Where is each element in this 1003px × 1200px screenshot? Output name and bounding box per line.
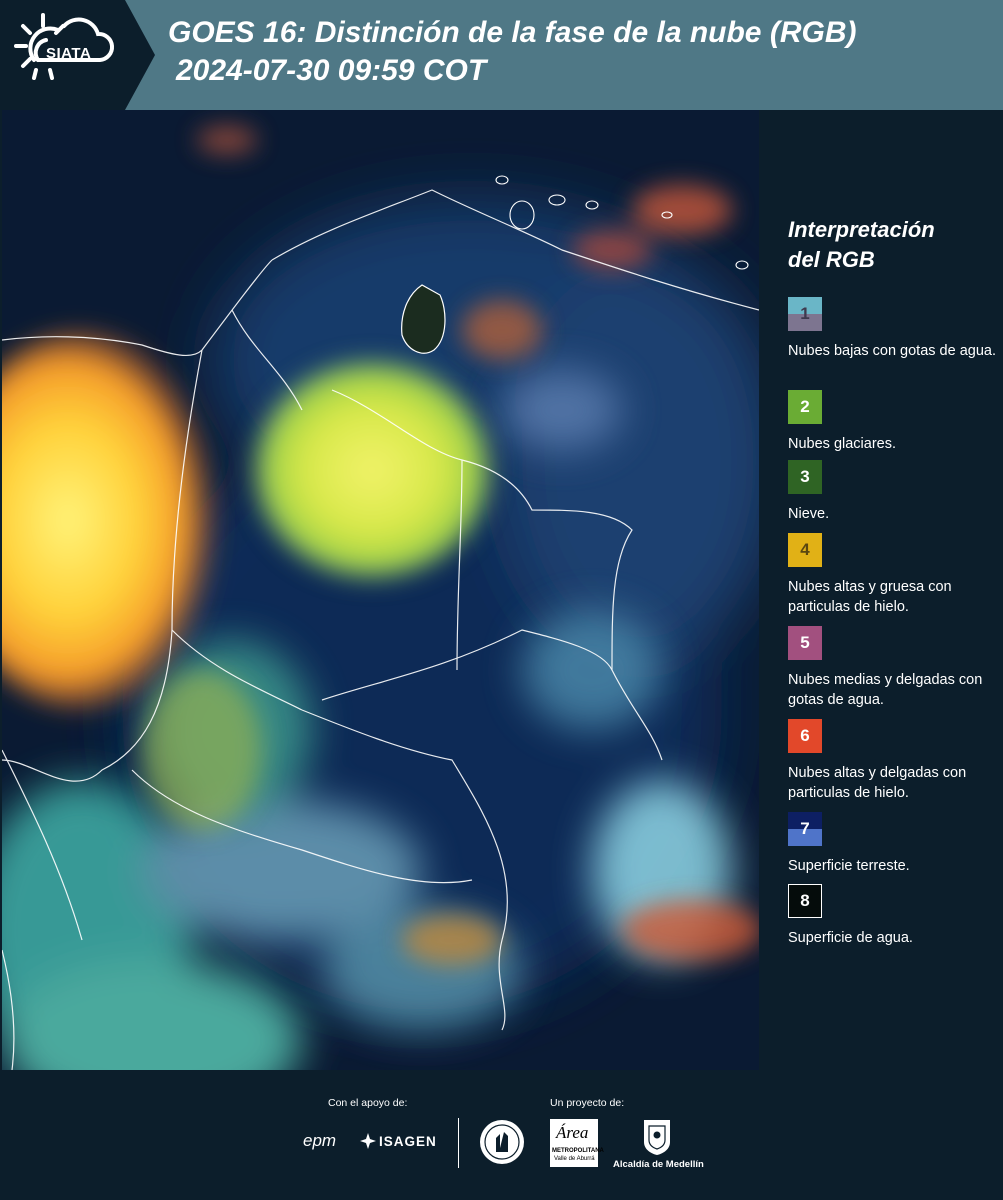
project-label: Un proyecto de: bbox=[550, 1097, 625, 1109]
legend-swatch-7: 7 bbox=[788, 812, 822, 846]
legend-item-1: 1 Nubes bajas con gotas de agua. bbox=[788, 297, 998, 390]
legend-label-5: Nubes medias y delgadas con gotas de agu… bbox=[788, 672, 983, 708]
amva-logo-title: Área bbox=[556, 1123, 589, 1142]
legend-item-8: 8 Superficie de agua. bbox=[788, 884, 998, 954]
legend-swatch-3: 3 bbox=[788, 460, 822, 494]
logo-text: SIATA bbox=[46, 45, 92, 62]
legend-swatch-1: 1 bbox=[788, 297, 822, 331]
title-datetime: 2024-07-30 09:59 COT bbox=[176, 54, 487, 87]
legend-label-4: Nubes altas y gruesa con particulas de h… bbox=[788, 579, 952, 615]
amva-logo-sub1: METROPOLITANA bbox=[552, 1148, 604, 1154]
legend-item-4: 4 Nubes altas y gruesa con particulas de… bbox=[788, 533, 998, 626]
footer-divider bbox=[458, 1118, 459, 1168]
page-title: GOES 16: Distinción de la fase de la nub… bbox=[168, 14, 988, 90]
logo-arrow bbox=[125, 0, 155, 110]
legend-item-3: 3 Nieve. bbox=[788, 460, 998, 533]
legend-swatch-8: 8 bbox=[788, 884, 822, 918]
rgb-satellite-image bbox=[2, 110, 759, 1070]
legend-title-line2: del RGB bbox=[788, 247, 875, 272]
legend-swatch-5: 5 bbox=[788, 626, 822, 660]
amva-logo: Área METROPOLITANA Valle de Aburrá bbox=[550, 1119, 604, 1167]
legend-label-2: Nubes glaciares. bbox=[788, 436, 896, 452]
legend-item-7: 7 Superficie terreste. bbox=[788, 812, 998, 884]
legend-label-7: Superficie terreste. bbox=[788, 858, 910, 874]
title-product: GOES 16: Distinción de la fase de la nub… bbox=[168, 16, 857, 49]
legend-label-8: Superficie de agua. bbox=[788, 930, 913, 946]
header-bar: SIATA GOES 16: Distinción de la fase de … bbox=[0, 0, 1003, 110]
epm-logo: epm bbox=[303, 1131, 337, 1150]
legend-item-2: 2 Nubes glaciares. bbox=[788, 390, 998, 460]
support-label: Con el apoyo de: bbox=[328, 1097, 408, 1109]
legend-title-line1: Interpretación bbox=[788, 217, 935, 242]
legend-item-5: 5 Nubes medias y delgadas con gotas de a… bbox=[788, 626, 998, 719]
legend-swatch-2: 2 bbox=[788, 390, 822, 424]
legend-label-3: Nieve. bbox=[788, 506, 830, 522]
legend-swatch-6: 6 bbox=[788, 719, 822, 753]
siata-logo: SIATA bbox=[0, 0, 125, 110]
satellite-map bbox=[2, 110, 759, 1070]
medellin-logo-text: Alcaldía de Medellín bbox=[613, 1159, 704, 1170]
medellin-shield-icon bbox=[644, 1120, 670, 1155]
amva-logo-sub2: Valle de Aburrá bbox=[554, 1156, 595, 1162]
legend-label-1: Nubes bajas con gotas de agua. bbox=[788, 343, 996, 359]
legend: Interpretación del RGB 1 Nubes bajas con… bbox=[788, 215, 998, 954]
isagen-star-icon bbox=[360, 1133, 376, 1149]
isagen-logo: ISAGEN bbox=[379, 1134, 437, 1149]
legend-swatch-4: 4 bbox=[788, 533, 822, 567]
antioquia-seal-icon bbox=[480, 1120, 524, 1164]
legend-item-6: 6 Nubes altas y delgadas con particulas … bbox=[788, 719, 998, 812]
legend-title: Interpretación del RGB bbox=[788, 215, 998, 275]
legend-label-6: Nubes altas y delgadas con particulas de… bbox=[788, 765, 967, 801]
